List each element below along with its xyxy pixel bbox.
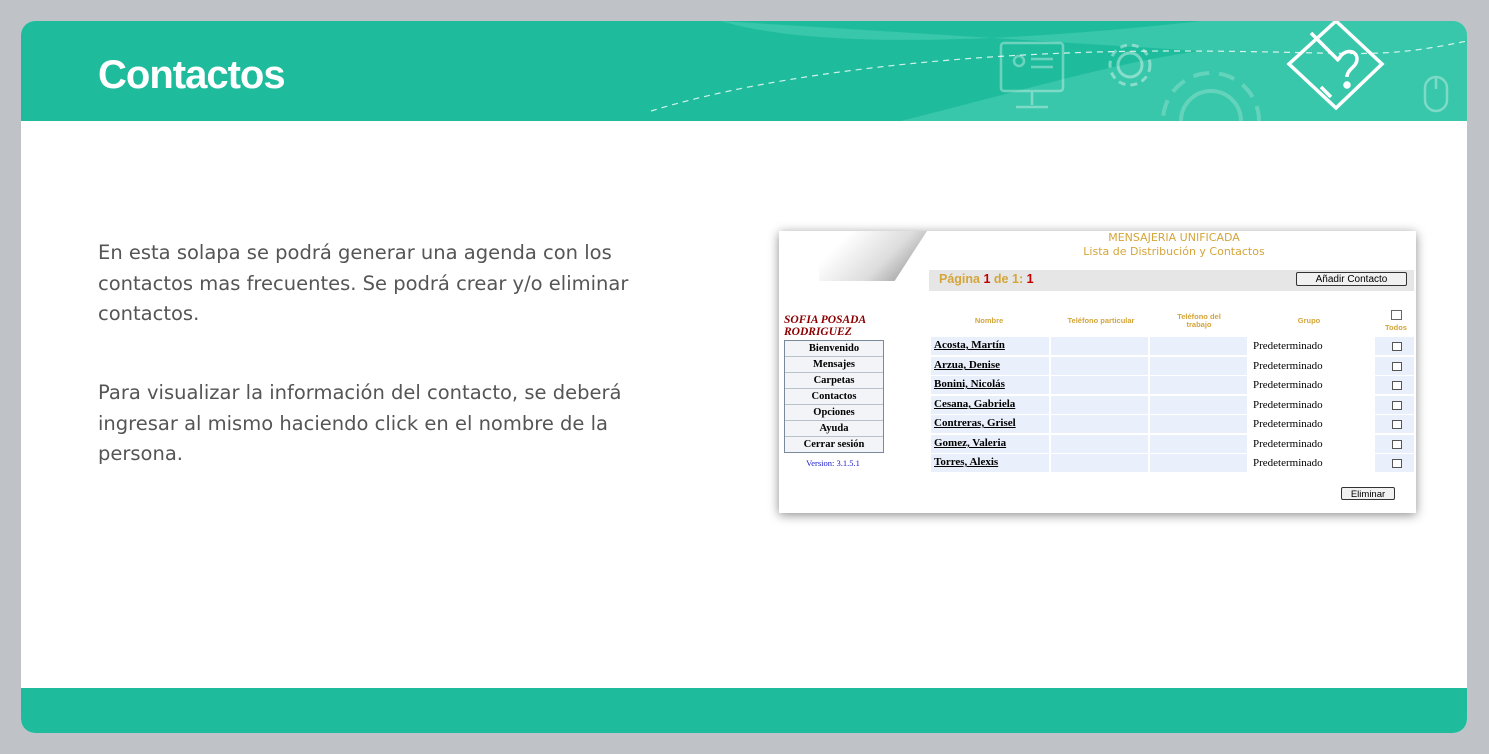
menu-item-contactos[interactable]: Contactos: [785, 389, 883, 405]
sidebar-menu: Bienvenido Mensajes Carpetas Contactos O…: [784, 340, 884, 453]
column-header-group: Grupo: [1297, 316, 1321, 325]
contact-group: Predeterminado: [1253, 360, 1323, 372]
menu-item-cerrar-sesion[interactable]: Cerrar sesión: [785, 437, 883, 452]
column-header-phone-home: Teléfono particular: [1067, 316, 1135, 325]
table-row: Acosta, Martín Predeterminado: [931, 337, 1414, 355]
pagination-bar: Página 1 de 1: 1 Añadir Contacto: [929, 270, 1414, 291]
row-checkbox[interactable]: [1392, 342, 1402, 351]
contact-name-link[interactable]: Cesana, Gabriela: [934, 398, 1015, 410]
contact-name-link[interactable]: Contreras, Grisel: [934, 417, 1016, 429]
table-row: Bonini, Nicolás Predeterminado: [931, 376, 1414, 394]
user-name: SOFIA POSADA RODRIGUEZ: [784, 314, 866, 338]
version-label: Version: 3.1.5.1: [806, 458, 860, 468]
contact-name-link[interactable]: Bonini, Nicolás: [934, 378, 1005, 390]
row-checkbox[interactable]: [1392, 381, 1402, 390]
pagination-of: de: [993, 272, 1009, 286]
table-row: Gomez, Valeria Predeterminado: [931, 435, 1414, 453]
slide-title: Contactos: [98, 53, 286, 97]
description-paragraph-2: Para visualizar la información del conta…: [98, 381, 622, 465]
contact-group: Predeterminado: [1253, 418, 1323, 430]
slide-header: Contactos: [21, 21, 1467, 121]
row-checkbox[interactable]: [1392, 459, 1402, 468]
column-header-all: Todos: [1385, 323, 1407, 332]
row-checkbox[interactable]: [1392, 420, 1402, 429]
menu-item-opciones[interactable]: Opciones: [785, 405, 883, 421]
contact-name-link[interactable]: Torres, Alexis: [934, 456, 998, 468]
column-header-phone-work: Teléfono del trabajo: [1177, 312, 1221, 329]
menu-item-bienvenido[interactable]: Bienvenido: [785, 341, 883, 357]
select-all-checkbox[interactable]: [1391, 310, 1402, 320]
pagination-total: 1: [1026, 272, 1034, 286]
pagination-current: 1: [983, 272, 991, 286]
app-title: MENSAJERIA UNIFICADA: [1108, 231, 1240, 244]
row-checkbox[interactable]: [1392, 440, 1402, 449]
table-row: Cesana, Gabriela Predeterminado: [931, 396, 1414, 414]
contact-group: Predeterminado: [1253, 457, 1323, 469]
app-screenshot: MENSAJERIA UNIFICADA Lista de Distribuci…: [779, 231, 1416, 513]
slide-footer: [21, 688, 1467, 733]
delete-button[interactable]: Eliminar: [1341, 487, 1395, 500]
slide-card: Contactos En esta solapa se podrá genera…: [21, 21, 1467, 733]
contact-name-link[interactable]: Arzua, Denise: [934, 359, 1000, 371]
column-header-name: Nombre: [974, 316, 1004, 325]
table-row: Arzua, Denise Predeterminado: [931, 357, 1414, 375]
add-contact-button[interactable]: Añadir Contacto: [1296, 272, 1407, 286]
pagination-total-prefix: 1:: [1012, 272, 1024, 286]
menu-item-ayuda[interactable]: Ayuda: [785, 421, 883, 437]
pagination-label: Página: [939, 272, 980, 286]
contact-group: Predeterminado: [1253, 438, 1323, 450]
contact-group: Predeterminado: [1253, 399, 1323, 411]
table-row: Torres, Alexis Predeterminado: [931, 454, 1414, 472]
contact-group: Predeterminado: [1253, 379, 1323, 391]
contact-name-link[interactable]: Gomez, Valeria: [934, 437, 1006, 449]
header-gradient-graphic: [819, 231, 927, 281]
row-checkbox[interactable]: [1392, 362, 1402, 371]
app-subtitle: Lista de Distribución y Contactos: [1083, 245, 1265, 258]
description-paragraph-1: En esta solapa se podrá generar una agen…: [98, 241, 629, 325]
contact-group: Predeterminado: [1253, 340, 1323, 352]
menu-item-mensajes[interactable]: Mensajes: [785, 357, 883, 373]
contact-name-link[interactable]: Acosta, Martín: [934, 339, 1005, 351]
row-checkbox[interactable]: [1392, 401, 1402, 410]
pagination-text: Página 1 de 1: 1: [939, 272, 1034, 286]
menu-item-carpetas[interactable]: Carpetas: [785, 373, 883, 389]
table-row: Contreras, Grisel Predeterminado: [931, 415, 1414, 433]
